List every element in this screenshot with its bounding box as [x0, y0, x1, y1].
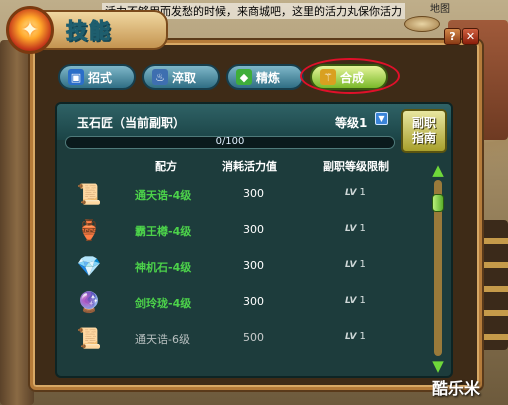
recipe-row[interactable]: 💎 神机石-4级 300 LV 1 [57, 248, 429, 284]
recipe-table-header: 配方 消耗活力值 副职等级限制 [57, 156, 429, 174]
tab-label: 招式 [88, 70, 113, 85]
level-prefix: LV [345, 296, 357, 306]
recipe-level-limit: LV 1 [345, 259, 366, 270]
cup-icon: 🏺 [76, 218, 102, 242]
window-title: 技能 [66, 19, 112, 44]
profession-title: 玉石匠（当前副职） [77, 116, 186, 130]
profession-header: 玉石匠（当前副职） 等级1 ▼ [57, 104, 451, 140]
recipe-name: 霸王樽-4级 [135, 225, 192, 238]
flame-icon: ✦ [6, 6, 54, 54]
scroll-down-icon[interactable]: ▼ [429, 358, 447, 374]
level-prefix: LV [345, 188, 357, 198]
recipe-row[interactable]: 📜 通天诰-4级 300 LV 1 [57, 176, 429, 212]
tab-moves[interactable]: ▣ 招式 [58, 64, 136, 90]
refine-icon: ◆ [236, 69, 252, 85]
jade-icon: 🔮 [76, 290, 102, 314]
recipe-name: 神机石-4级 [135, 261, 192, 274]
level-dropdown-icon[interactable]: ▼ [375, 112, 388, 125]
tab-label: 精炼 [256, 70, 281, 85]
recipe-cost: 300 [243, 295, 264, 308]
level-prefix: LV [345, 332, 357, 342]
experience-text: 0/100 [215, 136, 245, 147]
recipe-level-limit: LV 1 [345, 295, 366, 306]
recipe-cost: 500 [243, 331, 264, 344]
level-value: 1 [359, 295, 366, 306]
recipe-cost: 300 [243, 223, 264, 236]
column-cost: 消耗活力值 [222, 160, 277, 173]
level-prefix: LV [345, 224, 357, 234]
guide-label-line1: 副职 [411, 116, 436, 130]
level-prefix: LV [345, 260, 357, 270]
level-value: 1 [359, 259, 366, 270]
craft-panel: 玉石匠（当前副职） 等级1 ▼ 副职 指南 0/100 配方 消耗活力值 副职等… [55, 102, 453, 378]
level-label: 等级1 [335, 116, 368, 130]
recipe-level-limit: LV 1 [345, 223, 366, 234]
recipe-row[interactable]: 🏺 霸王樽-4级 300 LV 1 [57, 212, 429, 248]
tab-extract[interactable]: ♨ 淬取 [142, 64, 220, 90]
tab-label: 淬取 [172, 70, 197, 85]
recipe-cost: 300 [243, 259, 264, 272]
recipe-name: 通天诰-6级 [135, 333, 190, 346]
site-watermark: 酷乐米 [432, 379, 481, 398]
recipe-name: 剑玲珑-4级 [135, 297, 192, 310]
level-value: 1 [359, 331, 366, 342]
recipe-name: 通天诰-4级 [135, 189, 192, 202]
recipe-row[interactable]: 🔮 剑玲珑-4级 300 LV 1 [57, 284, 429, 320]
crystal-icon: 💎 [76, 254, 102, 278]
map-button[interactable]: 地图 [430, 0, 450, 15]
experience-bar: 0/100 [65, 136, 395, 149]
recipe-row[interactable]: 📜 通天诰-6级 500 LV 1 [57, 320, 429, 356]
profession-guide-button[interactable]: 副职 指南 [401, 109, 447, 153]
column-limit: 副职等级限制 [323, 160, 389, 173]
extract-icon: ♨ [152, 69, 168, 85]
scroll-icon: 📜 [76, 182, 102, 206]
scroll-up-icon[interactable]: ▲ [429, 162, 447, 178]
level-value: 1 [359, 187, 366, 198]
scroll-thumb[interactable] [432, 194, 444, 212]
active-tab-highlight [300, 58, 400, 94]
help-button[interactable]: ? [444, 28, 461, 45]
move-icon: ▣ [68, 69, 84, 85]
tab-refine[interactable]: ◆ 精炼 [226, 64, 304, 90]
recipe-scrollbar[interactable]: ▲ ▼ [429, 162, 447, 374]
level-value: 1 [359, 223, 366, 234]
ornament-icon [404, 16, 440, 32]
scenery-pole [0, 40, 34, 405]
scroll-icon: 📜 [76, 326, 102, 350]
recipe-level-limit: LV 1 [345, 187, 366, 198]
recipe-level-limit: LV 1 [345, 331, 366, 342]
close-button[interactable]: ✕ [462, 28, 479, 45]
tab-bar: ▣ 招式 ♨ 淬取 ◆ 精炼 ⚚ 合成 [48, 58, 458, 94]
recipe-cost: 300 [243, 187, 264, 200]
column-recipe: 配方 [155, 160, 177, 173]
guide-label-line2: 指南 [411, 131, 436, 145]
